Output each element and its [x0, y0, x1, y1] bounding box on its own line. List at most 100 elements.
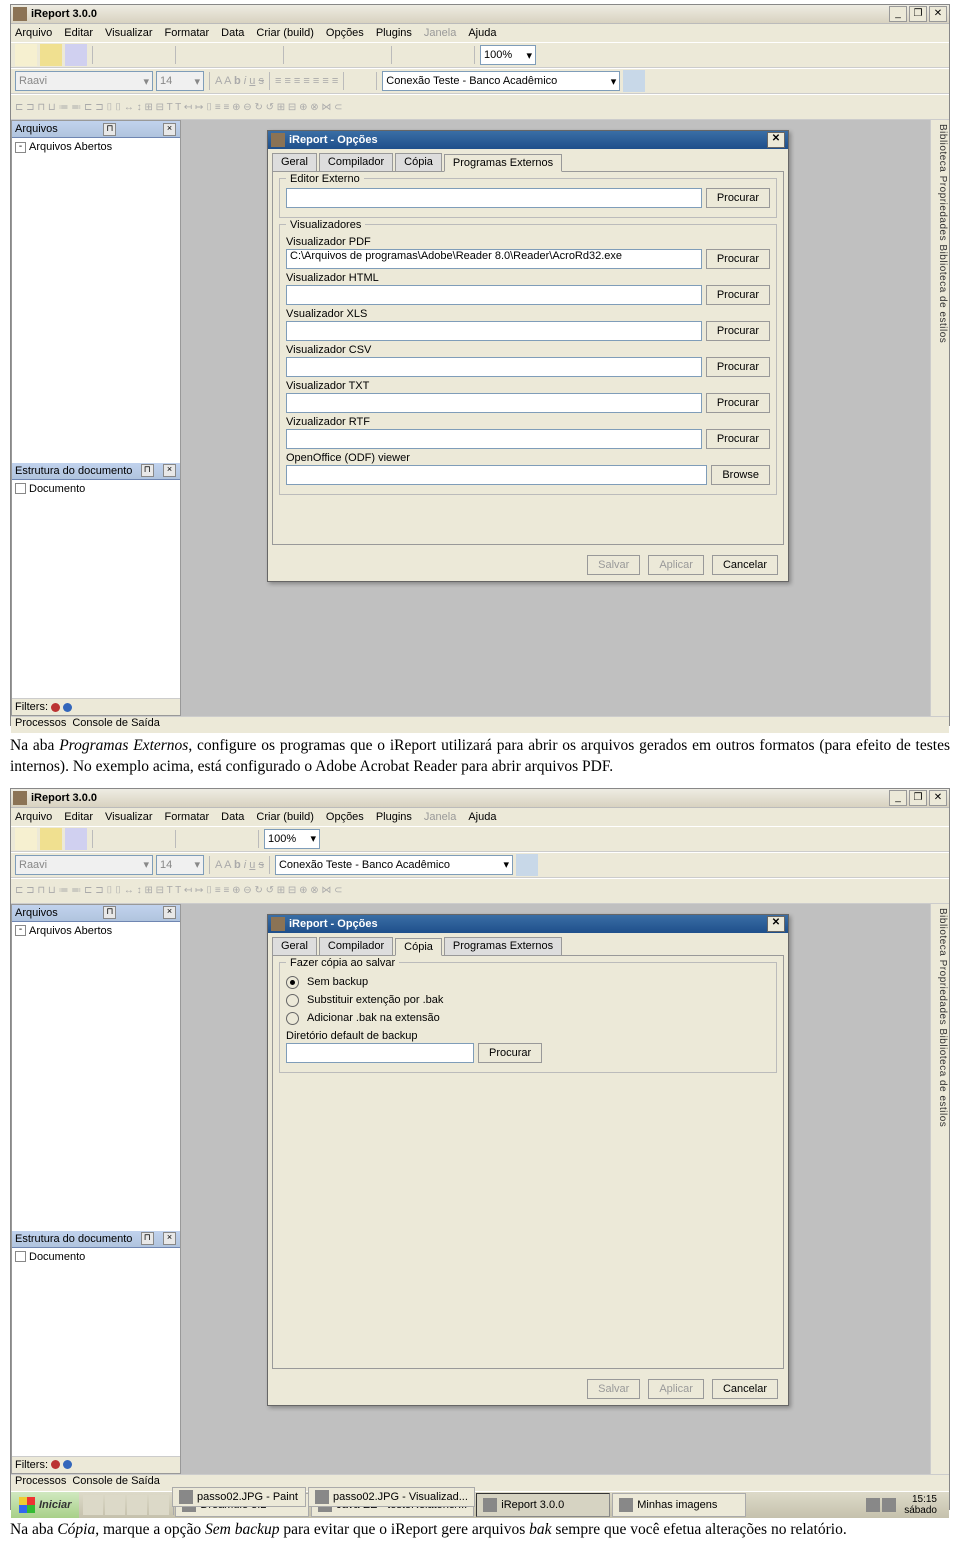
- open-icon[interactable]: [40, 828, 62, 850]
- right-dock-strip[interactable]: Biblioteca Propriedades Biblioteca de es…: [930, 120, 949, 716]
- db-icon[interactable]: [516, 854, 538, 876]
- menu-visualizar[interactable]: Visualizar: [105, 27, 153, 39]
- zoomin-icon[interactable]: [539, 44, 561, 66]
- tree-toggle-icon[interactable]: [15, 483, 26, 494]
- menu-editar[interactable]: Editar: [64, 811, 93, 823]
- image-icon[interactable]: [339, 44, 361, 66]
- paste-icon[interactable]: [148, 828, 170, 850]
- salvar-button[interactable]: Salvar: [587, 555, 640, 575]
- line-icon[interactable]: [206, 828, 228, 850]
- pin-icon[interactable]: ⊓: [103, 906, 116, 919]
- menu-ajuda[interactable]: Ajuda: [468, 27, 496, 39]
- tab-geral[interactable]: Geral: [272, 937, 317, 955]
- minimize-button[interactable]: _: [889, 790, 907, 806]
- menu-data[interactable]: Data: [221, 27, 244, 39]
- menu-plugins[interactable]: Plugins: [376, 811, 412, 823]
- datasource-combo[interactable]: Conexão Teste - Banco Acadêmico▾: [382, 71, 620, 91]
- tree-toggle-icon[interactable]: -: [15, 142, 26, 153]
- cancelar-button[interactable]: Cancelar: [712, 1379, 778, 1399]
- paste-icon[interactable]: [148, 44, 170, 66]
- tab-geral[interactable]: Geral: [272, 153, 317, 171]
- copy-icon[interactable]: [123, 44, 145, 66]
- tree-item-documento[interactable]: Documento: [29, 1251, 85, 1263]
- subreport-icon[interactable]: [397, 44, 419, 66]
- tab-compilador[interactable]: Compilador: [319, 937, 393, 955]
- tab-processos[interactable]: Processos: [15, 717, 66, 733]
- menu-data[interactable]: Data: [221, 811, 244, 823]
- run-icon[interactable]: [589, 44, 611, 66]
- cut-icon[interactable]: [98, 828, 120, 850]
- ql-icon[interactable]: [127, 1495, 147, 1515]
- pin-icon[interactable]: ⊓: [141, 464, 154, 477]
- diretorio-input[interactable]: [286, 1043, 474, 1063]
- filter-dot2-icon[interactable]: [63, 703, 72, 712]
- menu-opcoes[interactable]: Opções: [326, 27, 364, 39]
- close-button[interactable]: ✕: [929, 6, 947, 22]
- procurar-button[interactable]: Procurar: [706, 393, 770, 413]
- menu-formatar[interactable]: Formatar: [165, 811, 210, 823]
- ql-icon[interactable]: [83, 1495, 103, 1515]
- task-item[interactable]: passo02.JPG - Visualizad...: [308, 1487, 475, 1507]
- fontsize-combo[interactable]: 14▾: [156, 71, 204, 91]
- filter-dot-icon[interactable]: [51, 1460, 60, 1469]
- zoomout-icon[interactable]: [564, 44, 586, 66]
- right-dock-strip[interactable]: Biblioteca Propriedades Biblioteca de es…: [930, 904, 949, 1474]
- procurar-button[interactable]: Procurar: [706, 249, 770, 269]
- save-icon[interactable]: [65, 828, 87, 850]
- menu-arquivo[interactable]: Arquivo: [15, 27, 52, 39]
- restore-button[interactable]: ❐: [909, 790, 927, 806]
- panel-close-icon[interactable]: ×: [163, 464, 176, 477]
- font-combo[interactable]: Raavi▾: [15, 71, 153, 91]
- text-icon[interactable]: [289, 44, 311, 66]
- html-input[interactable]: [286, 285, 702, 305]
- menu-ajuda[interactable]: Ajuda: [468, 811, 496, 823]
- menu-criar[interactable]: Criar (build): [256, 27, 313, 39]
- font-combo[interactable]: Raavi▾: [15, 855, 153, 875]
- procurar-button[interactable]: Procurar: [478, 1043, 542, 1063]
- tree-toggle-icon[interactable]: -: [15, 925, 26, 936]
- filter-dot2-icon[interactable]: [63, 1460, 72, 1469]
- cancelar-button[interactable]: Cancelar: [712, 555, 778, 575]
- rtf-input[interactable]: [286, 429, 702, 449]
- procurar-button[interactable]: Procurar: [706, 321, 770, 341]
- zoomin-icon[interactable]: [323, 828, 345, 850]
- menu-plugins[interactable]: Plugins: [376, 27, 412, 39]
- start-button[interactable]: Iniciar: [11, 1492, 79, 1518]
- run2-icon[interactable]: [614, 44, 636, 66]
- csv-input[interactable]: [286, 357, 702, 377]
- task-item[interactable]: Minhas imagens: [612, 1493, 746, 1517]
- tab-programas-externos[interactable]: Programas Externos: [444, 937, 562, 955]
- panel-close-icon[interactable]: ×: [163, 1232, 176, 1245]
- ql-icon[interactable]: [149, 1495, 169, 1515]
- procurar-button[interactable]: Procurar: [706, 357, 770, 377]
- zoom-combo[interactable]: 100%▾: [264, 829, 320, 849]
- panel-close-icon[interactable]: ×: [163, 123, 176, 136]
- chart-icon[interactable]: [422, 44, 444, 66]
- tab-processos[interactable]: Processos: [15, 1475, 66, 1491]
- pin-icon[interactable]: ⊓: [103, 123, 116, 136]
- aplicar-button[interactable]: Aplicar: [648, 1379, 704, 1399]
- restore-button[interactable]: ❐: [909, 6, 927, 22]
- new-icon[interactable]: [15, 828, 37, 850]
- odf-input[interactable]: [286, 465, 707, 485]
- task-item[interactable]: passo02.JPG - Paint: [172, 1487, 306, 1507]
- menu-arquivo[interactable]: Arquivo: [15, 811, 52, 823]
- copy-icon[interactable]: [123, 828, 145, 850]
- filter-dot-icon[interactable]: [51, 703, 60, 712]
- tab-compilador[interactable]: Compilador: [319, 153, 393, 171]
- open-icon[interactable]: [40, 44, 62, 66]
- menu-criar[interactable]: Criar (build): [256, 811, 313, 823]
- tree-toggle-icon[interactable]: [15, 1251, 26, 1262]
- pointer-icon[interactable]: [181, 828, 203, 850]
- xls-input[interactable]: [286, 321, 702, 341]
- menu-visualizar[interactable]: Visualizar: [105, 811, 153, 823]
- tray-icon[interactable]: [882, 1498, 896, 1512]
- task-item[interactable]: iReport 3.0.0: [476, 1493, 610, 1517]
- run3-icon[interactable]: [639, 44, 661, 66]
- zoomout-icon[interactable]: [348, 828, 370, 850]
- crosstab-icon[interactable]: [447, 44, 469, 66]
- line-icon[interactable]: [206, 44, 228, 66]
- fontsize-combo[interactable]: 14▾: [156, 855, 204, 875]
- pdf-input[interactable]: C:\Arquivos de programas\Adobe\Reader 8.…: [286, 249, 702, 269]
- tab-copia[interactable]: Cópia: [395, 938, 442, 956]
